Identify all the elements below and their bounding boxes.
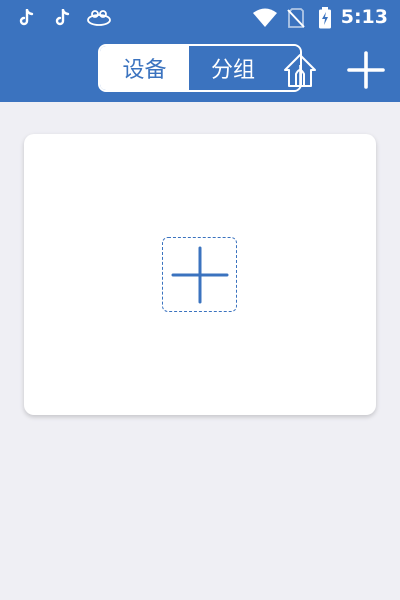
tiktok-icon xyxy=(52,8,72,28)
status-time: 5:13 xyxy=(340,6,388,28)
battery-charging-icon xyxy=(318,7,332,29)
wifi-icon xyxy=(252,8,278,28)
no-sim-icon xyxy=(286,8,306,28)
tab-devices[interactable]: 设备 xyxy=(100,46,189,90)
app-notification-icon xyxy=(86,8,112,28)
view-toggle: 设备 分组 xyxy=(98,44,302,92)
plus-icon xyxy=(347,51,385,89)
home-icon[interactable] xyxy=(282,52,318,90)
tiktok-icon xyxy=(16,8,36,28)
add-button[interactable] xyxy=(346,50,386,90)
add-device-tile[interactable] xyxy=(162,237,237,312)
plus-icon xyxy=(171,246,228,303)
app-bar: 5:13 设备 分组 xyxy=(0,0,400,102)
status-bar: 5:13 xyxy=(0,0,400,36)
